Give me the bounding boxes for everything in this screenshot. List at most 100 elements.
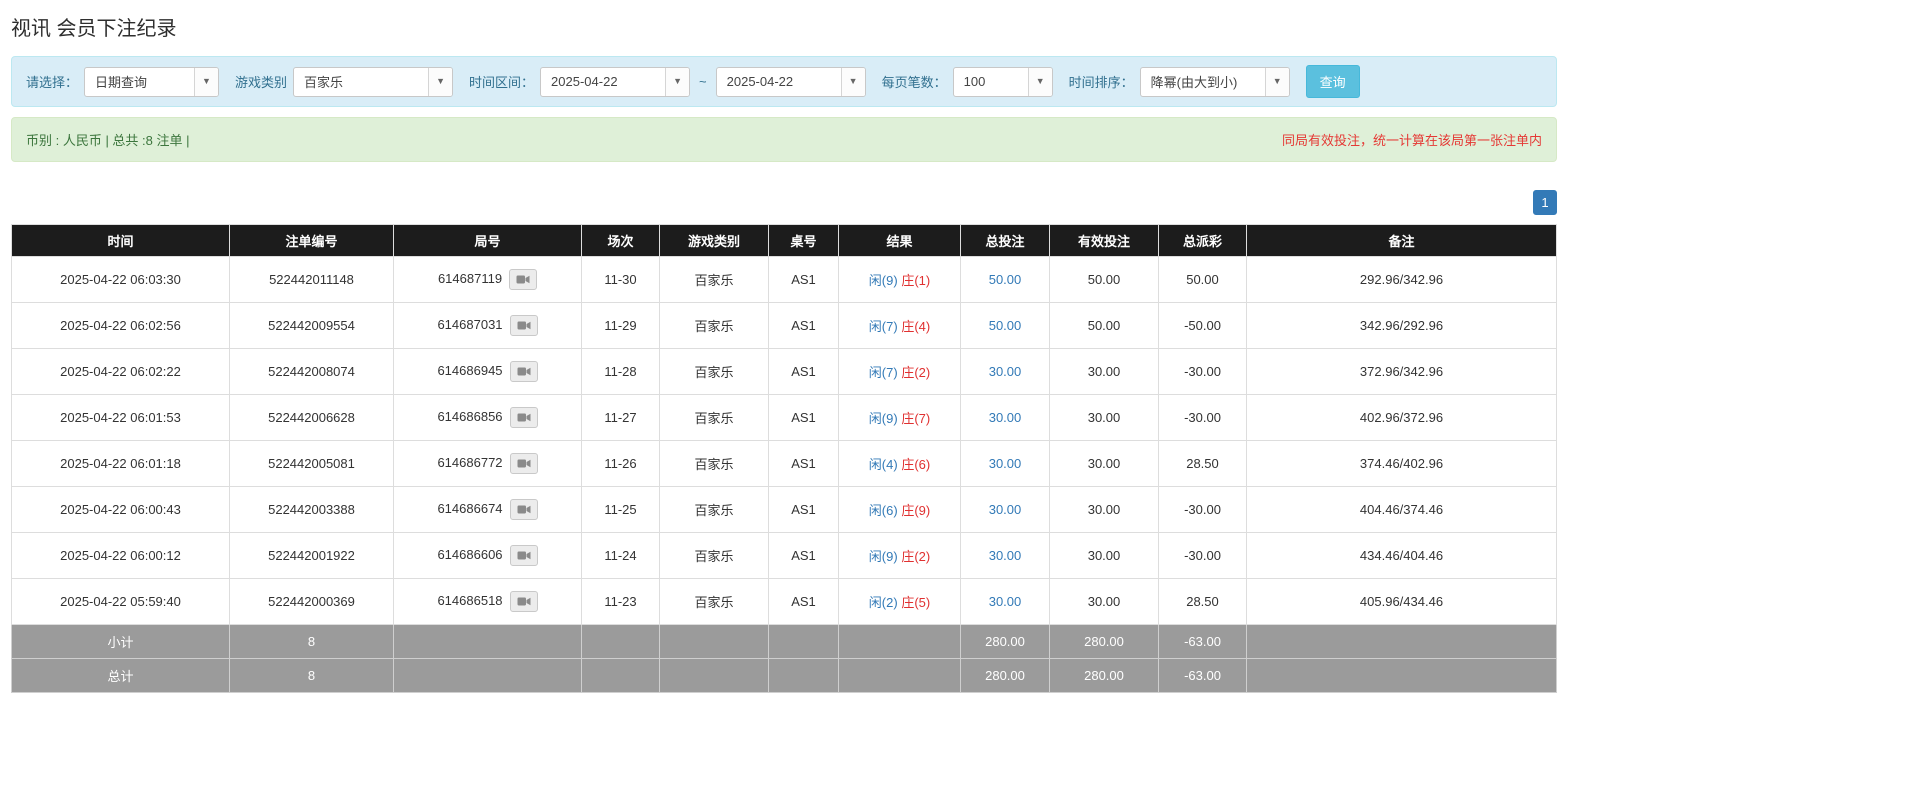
result-player: 闲(7) bbox=[869, 319, 898, 334]
column-header: 备注 bbox=[1247, 225, 1557, 257]
cell-valid-bet: 30.00 bbox=[1050, 441, 1159, 487]
summary-label: 总计 bbox=[12, 659, 230, 693]
table-row: 2025-04-22 06:02:22522442008074614686945… bbox=[12, 349, 1557, 395]
total-bet-link[interactable]: 50.00 bbox=[989, 318, 1022, 333]
summary-left-text: 币别 : 人民币 | 总共 :8 注单 | bbox=[26, 130, 190, 149]
cell-valid-bet: 30.00 bbox=[1050, 487, 1159, 533]
cell-remark: 374.46/402.96 bbox=[1247, 441, 1557, 487]
cell-time: 2025-04-22 06:01:18 bbox=[12, 441, 230, 487]
summary-empty bbox=[839, 659, 961, 693]
cell-payout: 28.50 bbox=[1159, 579, 1247, 625]
cell-time: 2025-04-22 05:59:40 bbox=[12, 579, 230, 625]
total-bet-link[interactable]: 30.00 bbox=[989, 548, 1022, 563]
table-row: 2025-04-22 06:01:18522442005081614686772… bbox=[12, 441, 1557, 487]
cell-session: 11-23 bbox=[582, 579, 660, 625]
cell-total-bet: 50.00 bbox=[961, 257, 1050, 303]
cell-bet-id: 522442003388 bbox=[230, 487, 394, 533]
total-bet-link[interactable]: 30.00 bbox=[989, 502, 1022, 517]
cell-table-no: AS1 bbox=[769, 441, 839, 487]
date-to-combobox[interactable]: 2025-04-22 ▼ bbox=[716, 67, 866, 97]
result-banker: 庄(7) bbox=[901, 411, 930, 426]
cell-remark: 292.96/342.96 bbox=[1247, 257, 1557, 303]
filter-bar: 请选择： 日期查询 ▼ 游戏类别 百家乐 ▼ 时间区间： 2025-04-22 … bbox=[11, 56, 1557, 107]
total-bet-link[interactable]: 30.00 bbox=[989, 594, 1022, 609]
video-camera-icon bbox=[517, 504, 531, 515]
result-banker: 庄(2) bbox=[901, 549, 930, 564]
table-row: 2025-04-22 06:00:43522442003388614686674… bbox=[12, 487, 1557, 533]
cell-round-id: 614687031 bbox=[394, 303, 582, 349]
total-bet-link[interactable]: 50.00 bbox=[989, 272, 1022, 287]
cell-payout: -50.00 bbox=[1159, 303, 1247, 349]
column-header: 局号 bbox=[394, 225, 582, 257]
result-banker: 庄(6) bbox=[901, 457, 930, 472]
cell-table-no: AS1 bbox=[769, 395, 839, 441]
video-replay-button[interactable] bbox=[510, 545, 538, 566]
cell-time: 2025-04-22 06:02:56 bbox=[12, 303, 230, 349]
cell-time: 2025-04-22 06:02:22 bbox=[12, 349, 230, 395]
video-camera-icon bbox=[517, 550, 531, 561]
caret-down-icon: ▼ bbox=[1036, 77, 1045, 86]
total-bet-link[interactable]: 30.00 bbox=[989, 410, 1022, 425]
cell-result: 闲(4) 庄(6) bbox=[839, 441, 961, 487]
cell-table-no: AS1 bbox=[769, 349, 839, 395]
page-size-combobox[interactable]: 100 ▼ bbox=[953, 67, 1053, 97]
page-size-arrow-button[interactable]: ▼ bbox=[1028, 68, 1052, 96]
cell-valid-bet: 30.00 bbox=[1050, 395, 1159, 441]
range-separator: ~ bbox=[699, 74, 707, 89]
video-replay-button[interactable] bbox=[510, 453, 538, 474]
cell-result: 闲(9) 庄(2) bbox=[839, 533, 961, 579]
caret-down-icon: ▼ bbox=[673, 77, 682, 86]
game-type-arrow-button[interactable]: ▼ bbox=[428, 68, 452, 96]
cell-table-no: AS1 bbox=[769, 579, 839, 625]
cell-game-type: 百家乐 bbox=[660, 533, 769, 579]
cell-valid-bet: 50.00 bbox=[1050, 257, 1159, 303]
cell-bet-id: 522442009554 bbox=[230, 303, 394, 349]
cell-round-id: 614686518 bbox=[394, 579, 582, 625]
cell-round-id: 614686772 bbox=[394, 441, 582, 487]
page-title: 视讯 会员下注纪录 bbox=[11, 12, 1557, 41]
summary-empty bbox=[660, 659, 769, 693]
video-replay-button[interactable] bbox=[510, 315, 538, 336]
cell-total-bet: 30.00 bbox=[961, 487, 1050, 533]
video-replay-button[interactable] bbox=[510, 407, 538, 428]
video-replay-button[interactable] bbox=[510, 361, 538, 382]
date-to-arrow-button[interactable]: ▼ bbox=[841, 68, 865, 96]
column-header: 结果 bbox=[839, 225, 961, 257]
column-header: 有效投注 bbox=[1050, 225, 1159, 257]
cell-time: 2025-04-22 06:03:30 bbox=[12, 257, 230, 303]
cell-payout: 50.00 bbox=[1159, 257, 1247, 303]
select-type-combobox[interactable]: 日期查询 ▼ bbox=[84, 67, 219, 97]
column-header: 时间 bbox=[12, 225, 230, 257]
time-sort-arrow-button[interactable]: ▼ bbox=[1265, 68, 1289, 96]
game-type-combobox[interactable]: 百家乐 ▼ bbox=[293, 67, 453, 97]
date-from-value: 2025-04-22 bbox=[541, 68, 665, 96]
pagination: 1 bbox=[11, 190, 1557, 215]
total-bet-link[interactable]: 30.00 bbox=[989, 364, 1022, 379]
summary-right-note: 同局有效投注，统一计算在该局第一张注单内 bbox=[1282, 130, 1542, 149]
total-bet-link[interactable]: 30.00 bbox=[989, 456, 1022, 471]
result-banker: 庄(5) bbox=[901, 595, 930, 610]
date-from-combobox[interactable]: 2025-04-22 ▼ bbox=[540, 67, 690, 97]
cell-bet-id: 522442001922 bbox=[230, 533, 394, 579]
cell-valid-bet: 50.00 bbox=[1050, 303, 1159, 349]
video-replay-button[interactable] bbox=[510, 499, 538, 520]
cell-game-type: 百家乐 bbox=[660, 487, 769, 533]
page-button[interactable]: 1 bbox=[1533, 190, 1557, 215]
select-type-value: 日期查询 bbox=[85, 68, 194, 96]
cell-result: 闲(9) 庄(7) bbox=[839, 395, 961, 441]
select-type-label: 请选择： bbox=[26, 72, 78, 91]
cell-payout: -30.00 bbox=[1159, 533, 1247, 579]
date-from-arrow-button[interactable]: ▼ bbox=[665, 68, 689, 96]
result-player: 闲(4) bbox=[869, 457, 898, 472]
time-sort-combobox[interactable]: 降幂(由大到小) ▼ bbox=[1140, 67, 1290, 97]
column-header: 游戏类别 bbox=[660, 225, 769, 257]
cell-time: 2025-04-22 06:01:53 bbox=[12, 395, 230, 441]
summary-remark bbox=[1247, 659, 1557, 693]
search-button[interactable]: 查询 bbox=[1306, 65, 1360, 98]
select-type-arrow-button[interactable]: ▼ bbox=[194, 68, 218, 96]
video-replay-button[interactable] bbox=[509, 269, 537, 290]
table-body: 2025-04-22 06:03:30522442011148614687119… bbox=[12, 257, 1557, 625]
result-player: 闲(2) bbox=[869, 595, 898, 610]
summary-payout: -63.00 bbox=[1159, 659, 1247, 693]
video-replay-button[interactable] bbox=[510, 591, 538, 612]
